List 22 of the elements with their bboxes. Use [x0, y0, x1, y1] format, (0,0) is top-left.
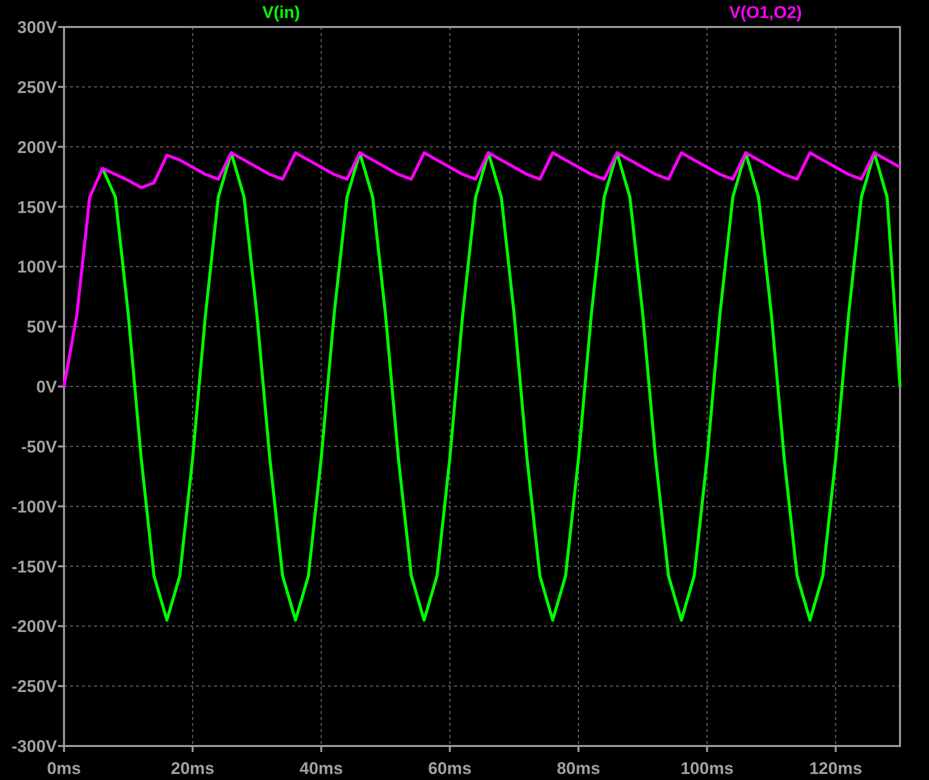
y-tick-label: -300V [12, 737, 57, 756]
y-tick-label: 200V [17, 138, 57, 157]
trace-legend[interactable]: V(O1,O2) [729, 3, 802, 22]
y-tick-label: -200V [12, 617, 57, 636]
y-tick-label: 100V [17, 258, 57, 277]
y-tick-label: 150V [17, 198, 57, 217]
x-tick-label: 40ms [300, 759, 343, 778]
y-tick-label: 50V [26, 318, 57, 337]
y-tick-label: -250V [12, 677, 57, 696]
trace-legend[interactable]: V(in) [262, 3, 300, 22]
y-tick-label: -50V [21, 437, 57, 456]
x-tick-label: 80ms [556, 759, 600, 778]
y-tick-label: 250V [17, 78, 57, 97]
y-tick-label: -100V [12, 497, 57, 516]
y-tick-label: -150V [12, 557, 57, 576]
x-tick-label: 60ms [428, 759, 472, 778]
y-tick-label: 300V [17, 18, 57, 37]
x-tick-label: 20ms [170, 759, 214, 778]
x-tick-label: 0ms [46, 759, 82, 778]
y-tick-label: 0V [36, 378, 57, 396]
x-tick-label: 100ms [680, 759, 734, 778]
x-tick-label: 120ms [809, 759, 862, 778]
